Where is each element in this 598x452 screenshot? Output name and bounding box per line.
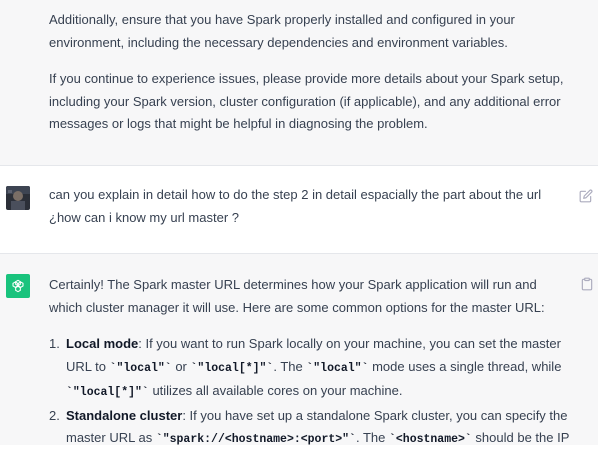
user-message-text: can you explain in detail how to do the … [49, 187, 542, 225]
inline-code: `"local"` [109, 361, 172, 375]
user-message: can you explain in detail how to do the … [0, 165, 598, 254]
list-number: 2. [49, 407, 60, 423]
inline-code: `<hostname>` [388, 433, 472, 446]
list-item-title: Standalone cluster [66, 407, 183, 423]
assistant-message-reply: Certainly! The Spark master URL determin… [0, 254, 598, 446]
inline-code: `"local"` [306, 361, 369, 375]
inline-code: `"local[*]"` [190, 361, 274, 375]
assistant-message-previous: Additionally, ensure that you have Spark… [0, 0, 598, 165]
text: or [171, 358, 191, 374]
master-url-options-list: 1. Local mode: If you want to run Spark … [49, 333, 571, 452]
reply-intro: Certainly! The Spark master URL determin… [49, 277, 545, 315]
text: utilizes all available cores on your mac… [148, 383, 403, 398]
text: mode uses a single thread, while [368, 358, 562, 374]
list-item-title: Local mode [66, 336, 139, 351]
list-number: 1. [49, 336, 60, 351]
text: . The [273, 358, 307, 374]
copy-icon[interactable] [580, 277, 594, 291]
inline-code: `"spark://<hostname>:<port>"` [155, 433, 356, 446]
user-avatar [6, 186, 30, 210]
openai-logo-icon [6, 274, 30, 298]
message-paragraph: If you continue to experience issues, pl… [49, 71, 564, 131]
inline-code: `"local[*]"` [66, 386, 149, 399]
edit-icon[interactable] [579, 189, 593, 203]
list-item: 1. Local mode: If you want to run Spark … [49, 333, 571, 405]
message-paragraph: Additionally, ensure that you have Spark… [49, 12, 515, 50]
list-item: 2. Standalone cluster: If you have set u… [49, 405, 571, 452]
